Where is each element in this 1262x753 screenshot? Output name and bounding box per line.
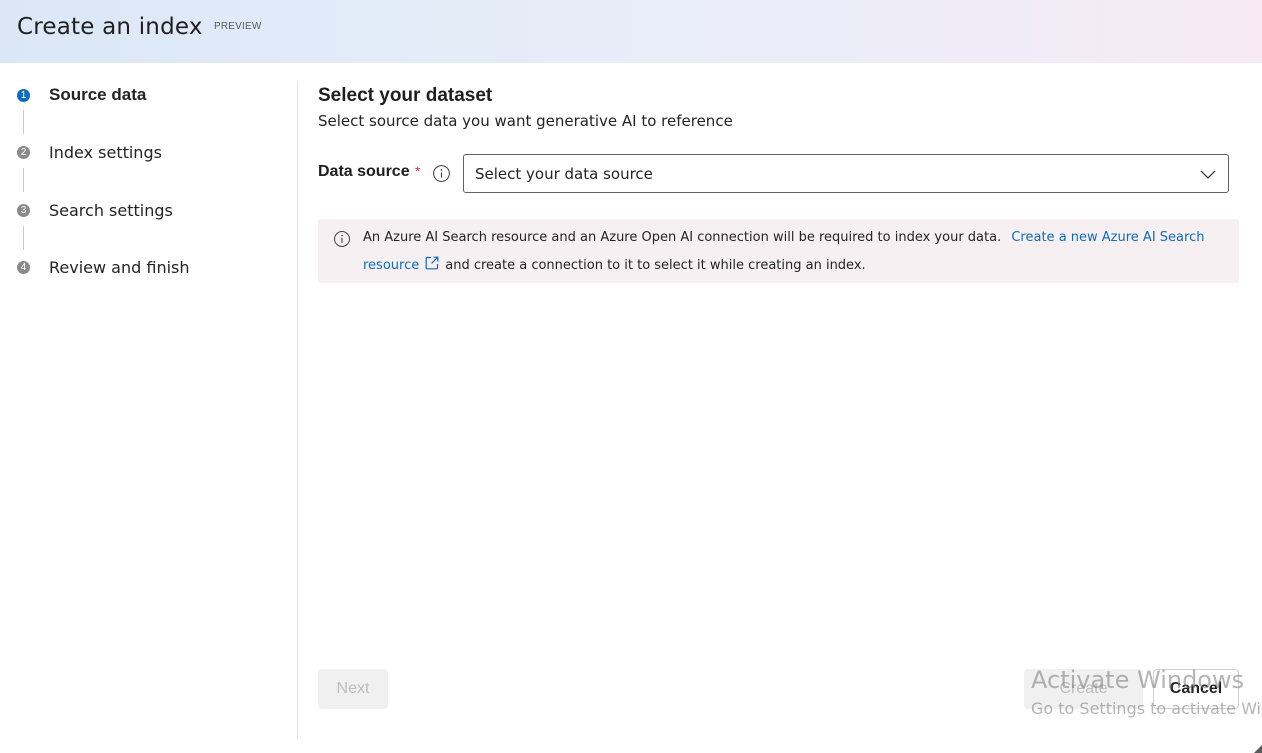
info-message-line2: resource and create a connection to it t… (363, 256, 866, 273)
chevron-down-icon (1200, 170, 1216, 179)
step-connector (23, 168, 24, 192)
step-connector (23, 110, 24, 134)
wizard-stepper (0, 63, 297, 753)
info-message-bar: An Azure AI Search resource and an Azure… (318, 219, 1239, 283)
step-number-badge: 1 (14, 85, 33, 105)
info-message-text: An Azure AI Search resource and an Azure… (363, 230, 1002, 245)
create-search-resource-link[interactable]: Create a new Azure AI Search (1011, 230, 1204, 245)
cancel-button[interactable]: Cancel (1153, 669, 1239, 709)
resize-grip-icon[interactable] (1254, 745, 1262, 753)
step-number-badge: 4 (14, 257, 33, 277)
step-label: Search settings (49, 200, 173, 220)
data-source-dropdown[interactable]: Select your data source (463, 154, 1229, 193)
panel-header: Create an index PREVIEW (0, 0, 1262, 63)
step-number-badge: 2 (14, 142, 33, 162)
info-icon (334, 231, 350, 247)
info-message-line1: An Azure AI Search resource and an Azure… (363, 230, 1204, 245)
external-link-icon[interactable] (425, 256, 439, 270)
create-search-resource-link[interactable]: resource (363, 258, 419, 273)
step-index-settings[interactable]: 2 Index settings (14, 141, 162, 163)
required-indicator: * (415, 163, 421, 179)
step-source-data[interactable]: 1 Source data (14, 84, 146, 106)
create-button[interactable]: Create (1024, 669, 1143, 709)
next-button[interactable]: Next (318, 669, 388, 709)
page-title: Create an index (17, 14, 203, 40)
create-index-panel: Create an index PREVIEW 1 Source data 2 … (0, 0, 1262, 753)
step-search-settings[interactable]: 3 Search settings (14, 199, 173, 221)
info-message-text: and create a connection to it to select … (445, 258, 866, 273)
step-label: Review and finish (49, 257, 190, 277)
section-title: Select your dataset (318, 85, 493, 106)
vertical-divider (297, 81, 298, 738)
step-review-finish[interactable]: 4 Review and finish (14, 256, 190, 278)
step-number-badge: 3 (14, 200, 33, 220)
section-subtitle: Select source data you want generative A… (318, 112, 733, 130)
step-label: Source data (49, 85, 147, 104)
step-connector (23, 226, 24, 250)
dropdown-placeholder: Select your data source (475, 165, 653, 183)
info-icon[interactable] (432, 164, 451, 183)
preview-badge: PREVIEW (214, 21, 262, 32)
step-label: Index settings (49, 142, 162, 162)
data-source-label: Data source (318, 163, 410, 180)
